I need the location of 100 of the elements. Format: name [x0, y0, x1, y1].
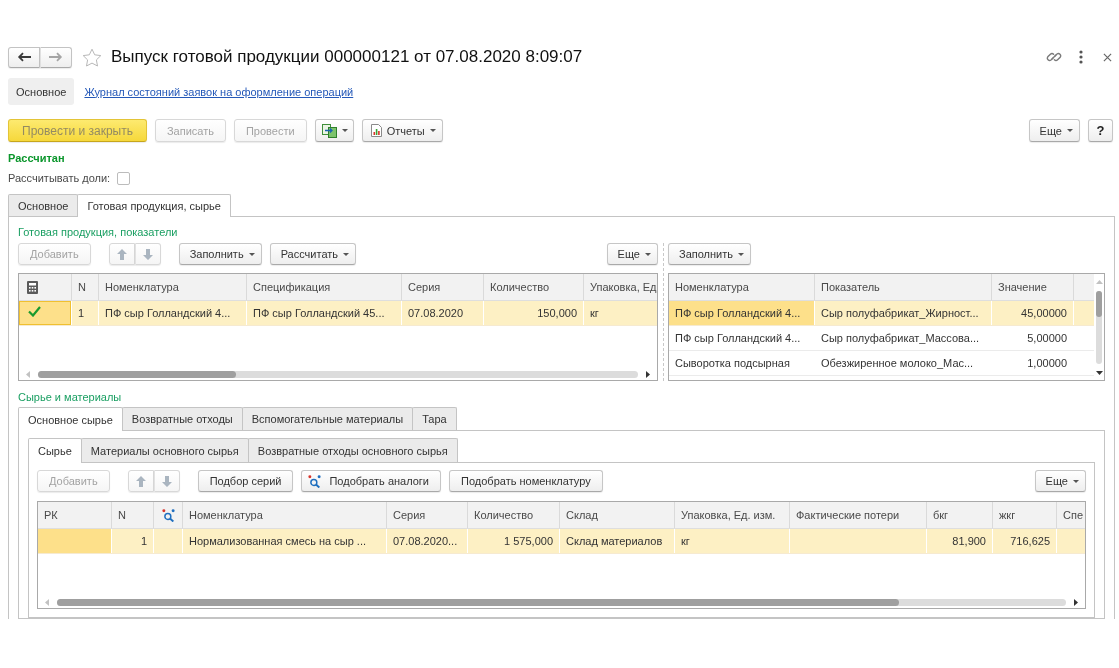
close-icon[interactable] [1103, 52, 1112, 62]
column-header[interactable]: Спе [1057, 502, 1085, 528]
toolbar-button[interactable]: Подбор серий [197, 470, 294, 492]
checkbox[interactable] [117, 171, 131, 185]
scrollbar-thumb[interactable] [1096, 291, 1102, 317]
section-title: Сырье и материалы [18, 390, 122, 404]
column-header[interactable]: Номенклатура [183, 502, 387, 528]
toolbar-button[interactable]: Подобрать аналоги [301, 470, 442, 492]
dropdown-button[interactable]: Еще [1034, 470, 1086, 492]
table-row[interactable]: 1 Нормализованная смесь на сыр ... 07.08.2020... 1 575,000 Склад материалов кг 81,900 716,625 [38, 529, 1085, 554]
caret-right-icon[interactable] [646, 371, 650, 378]
tab[interactable]: Тара [412, 407, 457, 430]
dropdown-button[interactable]: Рассчитать [269, 243, 357, 265]
arrow-left-icon [17, 52, 31, 62]
scrollbar-thumb[interactable] [57, 599, 899, 606]
scrollbar-track[interactable] [38, 371, 638, 378]
caret-right-icon[interactable] [1074, 599, 1078, 606]
star-icon[interactable] [82, 47, 102, 67]
caret-down-icon [248, 252, 255, 256]
dropdown-button[interactable]: Еще [606, 243, 658, 265]
arrow-down-icon [161, 475, 172, 487]
section-title: Готовая продукция, показатели [18, 225, 178, 239]
magnifier-icon [162, 508, 175, 522]
more-icon[interactable] [1079, 50, 1083, 64]
tab[interactable]: Готовая продукция, сырье [77, 194, 231, 217]
table-cell: Сыр полуфабрикат_Жирност... [815, 301, 992, 325]
caret-down-icon[interactable] [1095, 371, 1103, 375]
caret-left-icon[interactable] [26, 371, 30, 378]
column-header[interactable]: Склад [560, 502, 675, 528]
table-row[interactable]: ПФ сыр Голландский 4... Сыр полуфабрикат_Жирност... 45,00000 [669, 301, 1094, 326]
caret-down-icon [645, 252, 651, 256]
tab[interactable]: Основное сырье [18, 407, 123, 431]
table-cell: ПФ сыр Голландский 4... [99, 301, 247, 325]
dropdown-button[interactable] [314, 119, 354, 142]
column-header[interactable]: жкг [993, 502, 1057, 528]
column-header[interactable]: Упаковка, Ед [584, 274, 657, 300]
caret-up-icon[interactable] [1095, 280, 1103, 284]
nav-item[interactable]: Основное [8, 78, 75, 105]
table-cell: 07.08.2020... [387, 529, 468, 553]
table-cell: 1 575,000 [468, 529, 560, 553]
help-button[interactable]: ? [1088, 119, 1113, 142]
window-title: Выпуск готовой продукции 000000121 от 07.08.2020 8:09:07 [111, 47, 583, 67]
scrollbar-track[interactable] [57, 599, 1066, 606]
table-cell: 81,900 [927, 529, 993, 553]
link[interactable]: Журнал состояний заявок на оформление операций [84, 85, 354, 98]
dropdown-button[interactable]: Отчеты [361, 119, 443, 142]
calculator-icon [27, 280, 38, 294]
column-header[interactable]: Серия [402, 274, 484, 300]
dropdown-button[interactable]: Заполнить [178, 243, 262, 265]
column-header[interactable]: Количество [484, 274, 584, 300]
table-cell: Склад материалов [560, 529, 675, 553]
table-cell: 1 [112, 529, 154, 553]
column-header[interactable]: Значение [992, 274, 1074, 300]
table-cell-text: Обезжиренное молоко_Мас... [820, 356, 975, 371]
table-row[interactable]: 1 ПФ сыр Голландский 4... ПФ сыр Голландский 45... 07.08.2020 150,000 кг [19, 301, 657, 326]
tab[interactable]: Основное [8, 194, 79, 216]
back-button[interactable] [8, 46, 40, 68]
column-header[interactable]: Количество [468, 502, 560, 528]
status-label: Рассчитан [8, 151, 65, 165]
table-cell: ПФ сыр Голландский 45... [247, 301, 402, 325]
scrollbar-thumb[interactable] [38, 371, 236, 378]
caret-down-icon [1073, 479, 1079, 483]
table-cell-text: ПФ сыр Голландский 4... [674, 331, 802, 346]
caret-left-icon[interactable] [45, 599, 49, 606]
column-header[interactable]: бкг [927, 502, 993, 528]
table-row[interactable]: Сыворотка подсырная Обезжиренное молоко_Мас... 1,00000 [669, 351, 1094, 376]
tab[interactable]: Возвратные отходы основного сырья [247, 438, 458, 462]
tab[interactable]: Возвратные отходы [121, 407, 243, 430]
column-header[interactable]: Серия [387, 502, 468, 528]
table-cell: 716,625 [993, 529, 1057, 553]
tab[interactable]: Сырье [28, 438, 82, 463]
table-cell: 150,000 [484, 301, 584, 325]
table-cell: 07.08.2020 [402, 301, 484, 325]
arrow-right-icon [49, 52, 63, 62]
tab[interactable]: Вспомогательные материалы [241, 407, 414, 430]
table-cell: Нормализованная смесь на сыр ... [183, 529, 387, 553]
column-header[interactable]: Номенклатура [99, 274, 247, 300]
arrow-down-icon [142, 248, 153, 260]
table-row[interactable]: ПФ сыр Голландский 4... Сыр полуфабрикат_Массова... 5,00000 [669, 326, 1094, 351]
column-header[interactable]: РК [38, 502, 112, 528]
dropdown-button[interactable]: Заполнить [668, 243, 751, 265]
table-cell: 45,00000 [992, 301, 1074, 325]
caret-down-icon [429, 129, 436, 132]
column-header[interactable]: Номенклатура [669, 274, 815, 300]
column-header[interactable]: Упаковка, Ед. изм. [675, 502, 790, 528]
column-header[interactable]: Фактические потери [790, 502, 927, 528]
table-cell-text: Сыр полуфабрикат_Массова... [820, 331, 981, 346]
table-cell-text: 5,00000 [1026, 331, 1068, 346]
column-header[interactable]: Показатель [815, 274, 992, 300]
column-header[interactable]: Спецификация [247, 274, 402, 300]
tab[interactable]: Материалы основного сырья [80, 438, 249, 462]
documents-icon [321, 123, 337, 138]
toolbar-button[interactable]: Подобрать номенклатуру [449, 470, 603, 492]
table-cell-text: Сыворотка подсырная [674, 356, 791, 371]
scrollbar-track[interactable] [1096, 291, 1102, 364]
caret-down-icon [341, 129, 348, 132]
arrow-up-icon [116, 248, 127, 260]
dropdown-button[interactable]: Еще [1028, 119, 1080, 142]
column-header[interactable]: N [72, 274, 99, 300]
column-header[interactable]: N [112, 502, 154, 528]
